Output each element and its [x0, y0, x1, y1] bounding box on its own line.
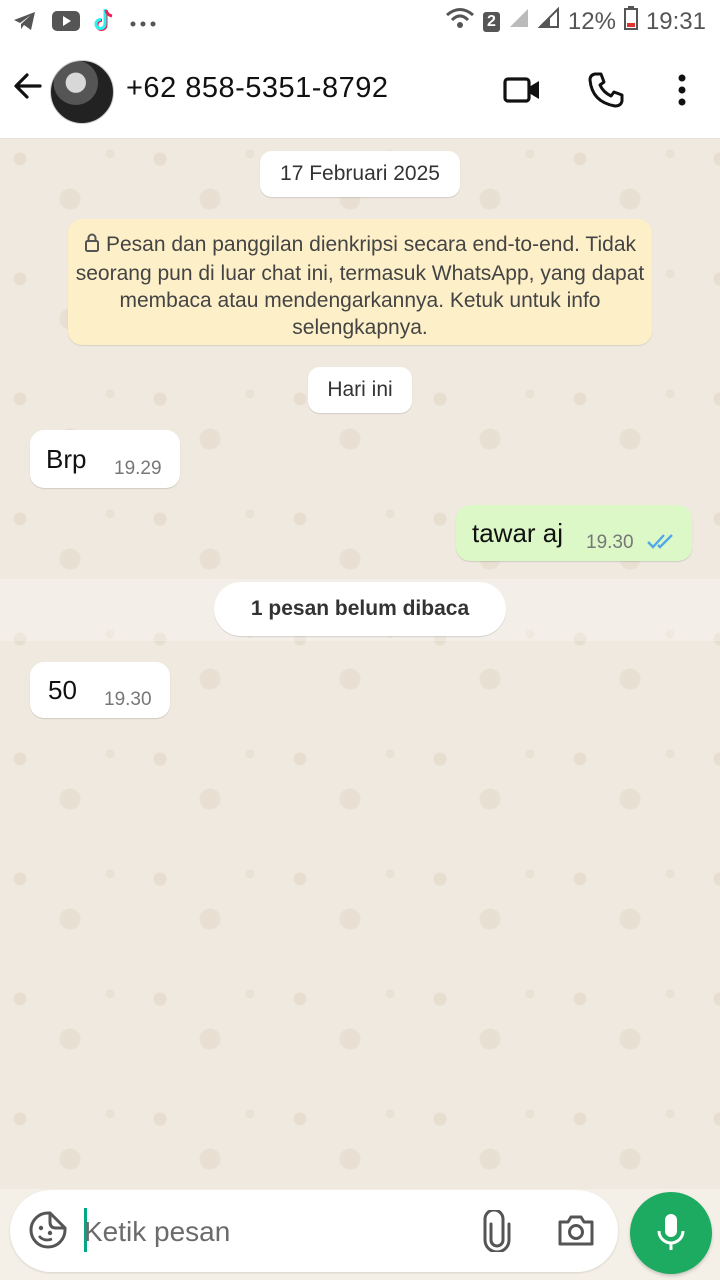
message-text: Brp [46, 444, 87, 474]
chat-header: +62 858-5351-8792 [0, 42, 720, 139]
read-ticks-icon [646, 531, 678, 556]
more-dots-icon [130, 15, 156, 33]
telegram-icon [12, 9, 38, 38]
signal-icon [508, 7, 530, 36]
battery-icon [623, 6, 638, 37]
today-pill: Hari ini [308, 367, 412, 413]
youtube-icon [52, 11, 80, 36]
message-input[interactable] [82, 1206, 466, 1258]
back-arrow-icon[interactable] [12, 70, 52, 110]
phone-icon[interactable] [586, 70, 630, 114]
encryption-notice[interactable]: Pesan dan panggilan dienkripsi secara en… [68, 219, 652, 345]
camera-icon[interactable] [556, 1212, 600, 1252]
menu-icon[interactable] [660, 70, 704, 114]
chat-area[interactable]: 17 Februari 2025 Pesan dan panggilan die… [0, 139, 720, 1189]
sticker-icon[interactable] [28, 1210, 68, 1250]
encryption-text: Pesan dan panggilan dienkripsi secara en… [75, 233, 645, 339]
mic-icon [657, 1214, 685, 1250]
message-bubble-incoming[interactable]: 50 19.30 [30, 662, 170, 718]
mic-button[interactable] [630, 1192, 712, 1274]
avatar[interactable] [50, 60, 114, 124]
wifi-icon [445, 6, 475, 37]
contact-name[interactable]: +62 858-5351-8792 [126, 72, 388, 105]
unread-banner: 1 pesan belum dibaca [214, 582, 506, 636]
clock: 19:31 [645, 7, 706, 35]
status-bar: 2 12% 19:31 [0, 0, 720, 42]
system-indicators: 2 12% 19:31 [445, 6, 706, 37]
message-time: 19.30 [104, 689, 152, 710]
notification-icons [12, 8, 156, 39]
message-text: 50 [48, 675, 77, 705]
video-call-icon[interactable] [502, 70, 546, 114]
attach-icon[interactable] [480, 1208, 514, 1254]
tiktok-icon [94, 8, 116, 39]
date-pill: 17 Februari 2025 [260, 151, 460, 197]
message-text: tawar aj [472, 518, 564, 548]
battery-percent: 12% [567, 7, 616, 35]
sim-badge: 2 [482, 11, 500, 32]
signal-icon-2 [537, 6, 560, 36]
message-bubble-outgoing[interactable]: tawar aj 19.30 [456, 505, 692, 561]
message-bubble-incoming[interactable]: Brp 19.29 [30, 430, 180, 488]
lock-icon [84, 233, 100, 260]
message-time: 19.29 [114, 458, 162, 479]
composer-bar [10, 1190, 618, 1272]
message-time: 19.30 [586, 532, 634, 553]
